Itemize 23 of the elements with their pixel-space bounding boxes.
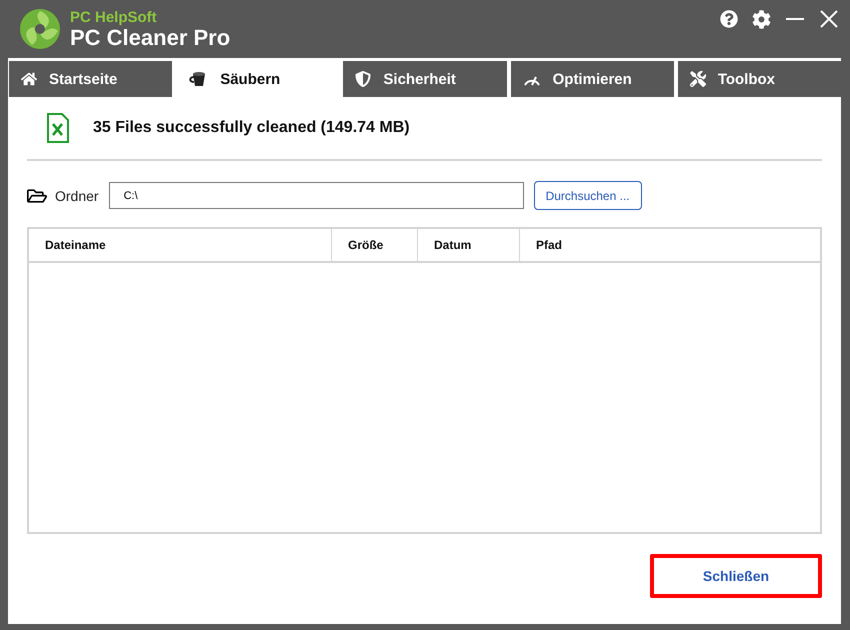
tab[interactable]: Startseite [9,61,172,97]
leaf-logo-icon [18,7,62,51]
column-header[interactable]: Größe [331,229,417,261]
tab[interactable]: Toolbox [678,61,842,97]
help-icon[interactable] [720,10,738,28]
column-header[interactable]: Pfad [519,229,820,261]
close-icon[interactable] [819,9,839,29]
browse-button[interactable]: Durchsuchen ... [534,181,642,210]
tools-icon [690,71,706,87]
result-message: 35 Files successfully cleaned (149.74 MB) [93,119,410,137]
spreadsheet-file-icon [47,113,69,143]
column-header[interactable]: Dateiname [29,229,331,261]
close-button[interactable]: Schließen [650,554,822,598]
folder-path-field[interactable]: C:\ [108,182,524,209]
app-title: PC Cleaner Pro [70,26,230,48]
shield-icon [355,71,372,87]
folder-label: Ordner [55,188,99,204]
tab[interactable]: Sicherheit [343,61,507,97]
column-header[interactable]: Datum [417,229,519,261]
settings-icon[interactable] [752,10,771,28]
tab[interactable]: Optimieren [510,61,674,97]
home-icon [21,71,37,87]
brand-name: PC HelpSoft [70,10,158,24]
